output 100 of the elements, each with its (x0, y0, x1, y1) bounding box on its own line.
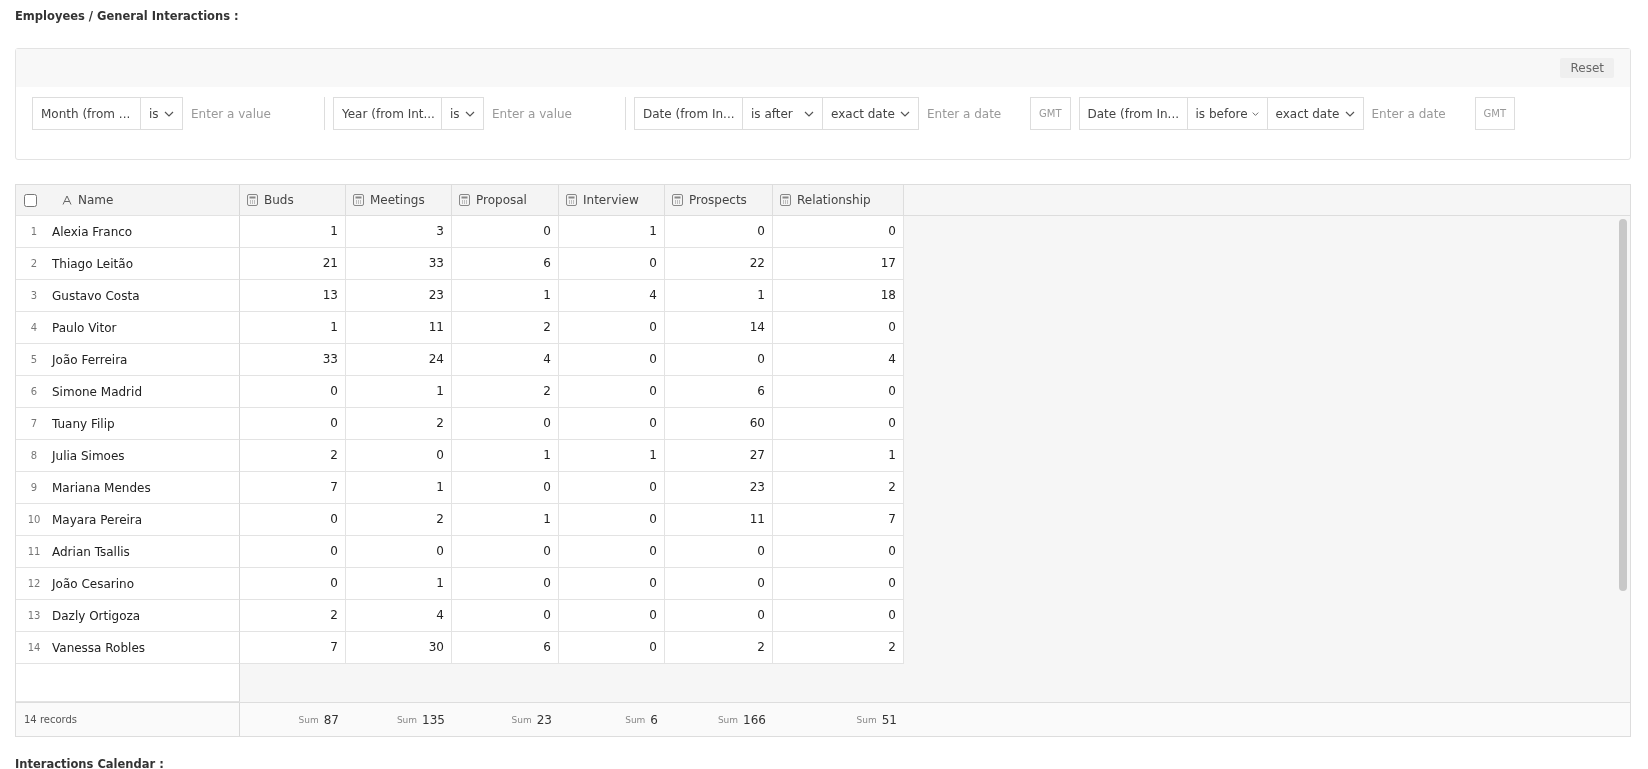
value-input[interactable]: Enter a value (182, 97, 325, 130)
section-title: Interactions Calendar : (15, 757, 165, 769)
table-cell: 4 (773, 344, 904, 376)
table-cell: 0 (559, 472, 665, 504)
row-number: 13 (26, 610, 42, 621)
table-cell: 7 (240, 472, 346, 504)
column-header[interactable]: Buds (240, 185, 346, 216)
table-cell: 1 (559, 216, 665, 248)
name-cell: Tuany Filip (52, 416, 115, 431)
filter-field-select[interactable]: Date (from In... (634, 97, 742, 130)
table-cell: 2 (452, 376, 559, 408)
table-cell: 11 (346, 312, 452, 344)
select-all-checkbox[interactable] (24, 193, 37, 207)
chevron-down-icon (164, 110, 174, 117)
table-cell: 18 (773, 280, 904, 312)
table-cell: 7 (773, 504, 904, 536)
row-number: 12 (26, 578, 42, 589)
name-cell: Adrian Tsallis (52, 544, 130, 559)
table-cell: 0 (773, 408, 904, 440)
column-header[interactable]: Proposal (452, 185, 559, 216)
table-cell: 13 (240, 280, 346, 312)
filter-field-select[interactable]: Month (from ... (32, 97, 140, 130)
column-header[interactable]: Relationship (773, 185, 904, 216)
table-cell: 0 (452, 536, 559, 568)
table-cell: 1 (452, 280, 559, 312)
table-cell: 0 (559, 632, 665, 664)
table-cell: 1 (452, 504, 559, 536)
table-cell: 23 (346, 280, 452, 312)
chevron-down-icon (465, 110, 475, 117)
sum-value: 6 (650, 712, 658, 727)
table-cell: 21 (240, 248, 346, 280)
chevron-down-icon (1251, 110, 1259, 117)
sum-label: Sum (625, 714, 646, 725)
table-cell: 4 (559, 280, 665, 312)
table-cell: 0 (559, 600, 665, 632)
chevron-down-icon (804, 110, 814, 117)
table-cell: 60 (665, 408, 773, 440)
chevron-down-icon (1344, 110, 1355, 117)
row-number: 3 (29, 290, 39, 301)
row-number: 14 (26, 642, 42, 653)
row-number: 4 (29, 322, 39, 333)
reset-button[interactable]: Reset (1560, 58, 1614, 78)
table-cell: 0 (559, 504, 665, 536)
sum-label: Sum (856, 714, 877, 725)
table-cell: 23 (665, 472, 773, 504)
table-cell: 0 (773, 536, 904, 568)
table-cell: 0 (240, 376, 346, 408)
filter-field-select[interactable]: Date (from In... (1078, 97, 1187, 130)
sum-label: Sum (511, 714, 532, 725)
table-cell: 3 (346, 216, 452, 248)
table-cell: 0 (559, 408, 665, 440)
row-number: 5 (29, 354, 39, 365)
timezone-label: GMT (1474, 97, 1515, 130)
table-cell: 0 (559, 376, 665, 408)
timezone-label: GMT (1030, 97, 1071, 130)
table-cell: 0 (773, 568, 904, 600)
table-cell: 27 (665, 440, 773, 472)
column-header[interactable]: Interview (559, 185, 665, 216)
operator-dropdown[interactable]: is after (742, 97, 822, 130)
table-cell: 0 (452, 408, 559, 440)
table-cell: 0 (665, 344, 773, 376)
name-cell: João Ferreira (52, 352, 128, 367)
date-mode-dropdown[interactable]: exact date (1266, 97, 1363, 130)
column-header[interactable]: Name (55, 193, 205, 207)
column-header[interactable]: Prospects (665, 185, 773, 216)
table-cell: 0 (346, 440, 452, 472)
operator-dropdown[interactable]: is before (1186, 97, 1267, 130)
table-cell: 0 (665, 568, 773, 600)
row-number: 1 (29, 226, 39, 237)
filter-field-select[interactable]: Year (from Int... (333, 97, 441, 130)
table-cell: 0 (559, 344, 665, 376)
section-title: Employees / General Interactions : (15, 8, 240, 25)
value-input[interactable]: Enter a value (483, 97, 626, 130)
name-cell: Vanessa Robles (52, 640, 146, 655)
chevron-down-icon (900, 110, 910, 117)
row-number: 2 (29, 258, 39, 269)
table-cell: 0 (773, 216, 904, 248)
table-cell: 2 (452, 312, 559, 344)
table-cell: 0 (452, 568, 559, 600)
sum-label: Sum (396, 714, 418, 725)
name-cell: Alexia Franco (52, 224, 133, 239)
name-cell: Mayara Pereira (52, 512, 143, 527)
name-cell: Simone Madrid (52, 384, 142, 399)
table-cell: 0 (346, 536, 452, 568)
table-cell: 0 (665, 536, 773, 568)
sum-value: 87 (323, 712, 339, 727)
table-cell: 11 (665, 504, 773, 536)
table-cell: 22 (665, 248, 773, 280)
table-cell: 1 (346, 472, 452, 504)
column-header[interactable]: Meetings (346, 185, 452, 216)
table-cell: 4 (452, 344, 559, 376)
scrollbar[interactable] (1619, 219, 1627, 591)
calculator-icon (566, 194, 577, 206)
row-number: 6 (29, 386, 39, 397)
table-cell: 6 (665, 376, 773, 408)
table-cell: 1 (773, 440, 904, 472)
table-cell: 0 (452, 472, 559, 504)
table-cell: 6 (452, 632, 559, 664)
name-cell: Gustavo Costa (52, 288, 140, 303)
table-cell: 0 (665, 600, 773, 632)
